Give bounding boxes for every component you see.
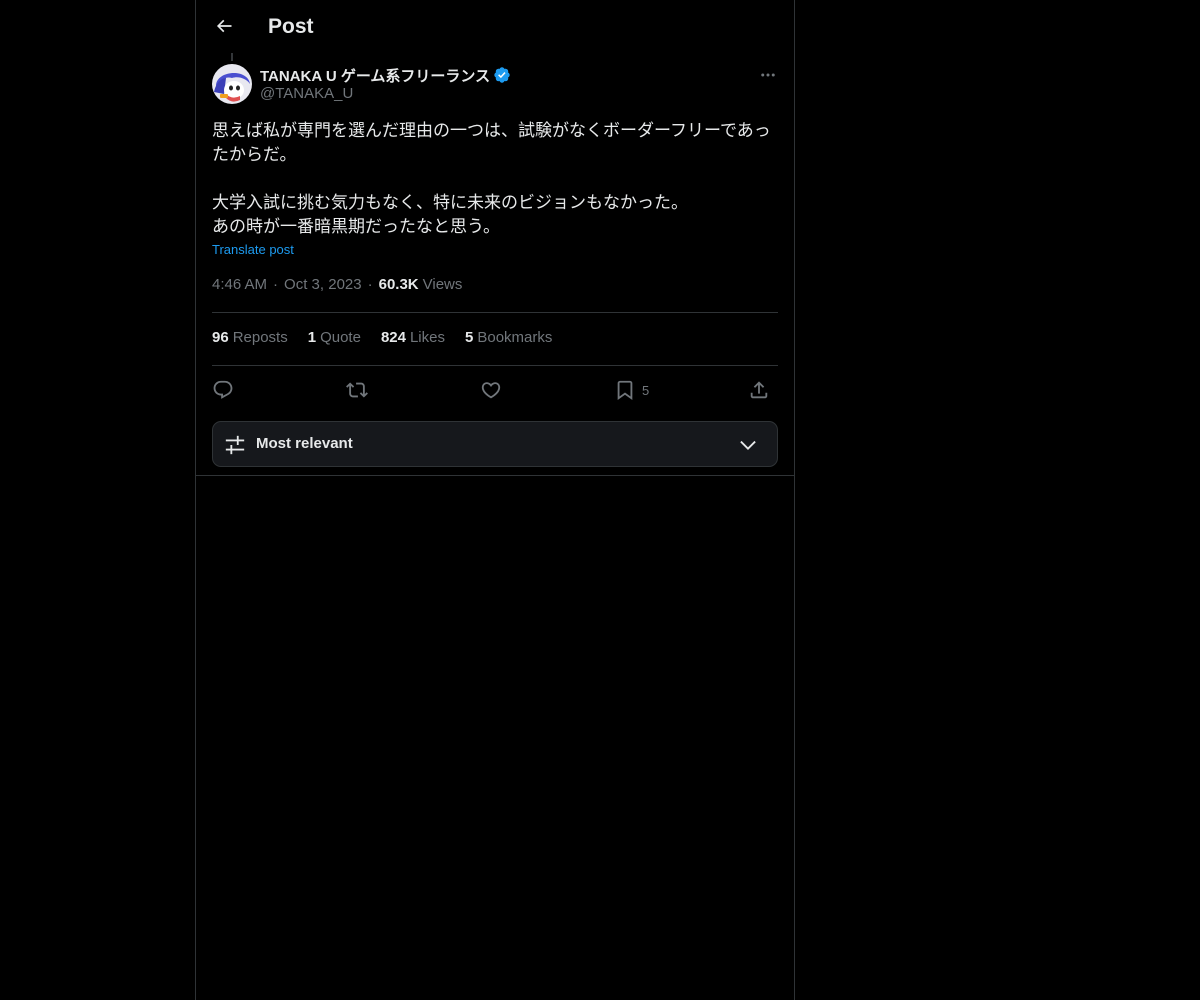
separator-dot: · (367, 276, 373, 293)
header: Post (196, 0, 794, 53)
likes-label: Likes (409, 329, 445, 346)
repost-icon (346, 382, 368, 398)
sort-sliders-icon (225, 435, 245, 455)
author-name-row[interactable]: TANAKA U ゲーム系フリーランス (260, 64, 511, 86)
page-title: Post (268, 15, 314, 38)
repost-button[interactable] (346, 377, 368, 403)
post-date[interactable]: Oct 3, 2023 (284, 276, 362, 293)
reply-sort-dropdown[interactable]: Most relevant (212, 421, 778, 467)
bookmark-button[interactable]: 5 (614, 377, 649, 403)
separator-dot: · (273, 276, 279, 293)
bookmarks-label: Bookmarks (477, 329, 553, 346)
chevron-down-icon (740, 440, 756, 450)
translate-post-link[interactable]: Translate post (212, 242, 294, 257)
divider (212, 312, 778, 313)
bookmarks-count: 5 (465, 329, 474, 346)
divider (212, 365, 778, 366)
bookmarks-stat[interactable]: 5 Bookmarks (465, 329, 552, 346)
post-text: 思えば私が専門を選んだ理由の一つは、試験がなくボーダーフリーであったからだ。 大… (212, 119, 778, 239)
bookmark-icon (617, 380, 633, 401)
likes-count: 824 (380, 329, 406, 346)
views-label: Views (422, 276, 463, 293)
post-text-line: 大学入試に挑む気力もなく、特に未来のビジョンもなかった。 (212, 193, 688, 212)
more-icon (761, 73, 775, 77)
thread-connector-line (231, 53, 233, 61)
post-text-line: あの時が一番暗黒期だったなと思う。 (212, 217, 500, 236)
reposts-stat[interactable]: 96 Reposts (212, 329, 288, 346)
bookmark-action-count: 5 (642, 382, 650, 398)
main-column: Post TANAKA U ゲーム系フリーランス @TANAKA_U 思えば私が… (195, 0, 795, 1000)
avatar[interactable] (212, 64, 252, 104)
section-bottom-border (196, 475, 794, 476)
reply-icon (213, 380, 233, 399)
like-icon (481, 382, 501, 399)
back-button[interactable] (212, 14, 236, 38)
reply-button[interactable] (212, 377, 234, 403)
quotes-label: Quote (320, 329, 361, 346)
engagement-stats: 96 Reposts 1 Quote 824 Likes 5 Bookmarks (212, 329, 572, 346)
share-icon (750, 381, 768, 399)
author-display-name[interactable]: TANAKA U ゲーム系フリーランス (260, 65, 490, 86)
like-button[interactable] (480, 377, 502, 403)
post-time[interactable]: 4:46 AM (212, 276, 267, 293)
quotes-count: 1 (307, 329, 317, 346)
back-arrow-icon (216, 19, 232, 33)
more-options-button[interactable] (756, 64, 780, 86)
sort-selected-value: Most relevant (256, 435, 353, 452)
reposts-count: 96 (212, 329, 229, 346)
likes-stat[interactable]: 824 Likes (381, 329, 445, 346)
author-handle[interactable]: @TANAKA_U (260, 85, 353, 102)
views-count: 60.3K (378, 276, 419, 293)
action-bar: 5 (212, 377, 778, 403)
avatar-image (212, 64, 252, 104)
verified-badge-icon (494, 67, 510, 83)
reposts-label: Reposts (232, 329, 288, 346)
post-text-line: 思えば私が専門を選んだ理由の一つは、試験がなくボーダーフリーであったからだ。 (212, 121, 771, 164)
share-button[interactable] (748, 377, 770, 403)
post-metadata: 4:46 AM · Oct 3, 2023 · 60.3K Views (212, 276, 462, 293)
quotes-stat[interactable]: 1 Quote (308, 329, 361, 346)
